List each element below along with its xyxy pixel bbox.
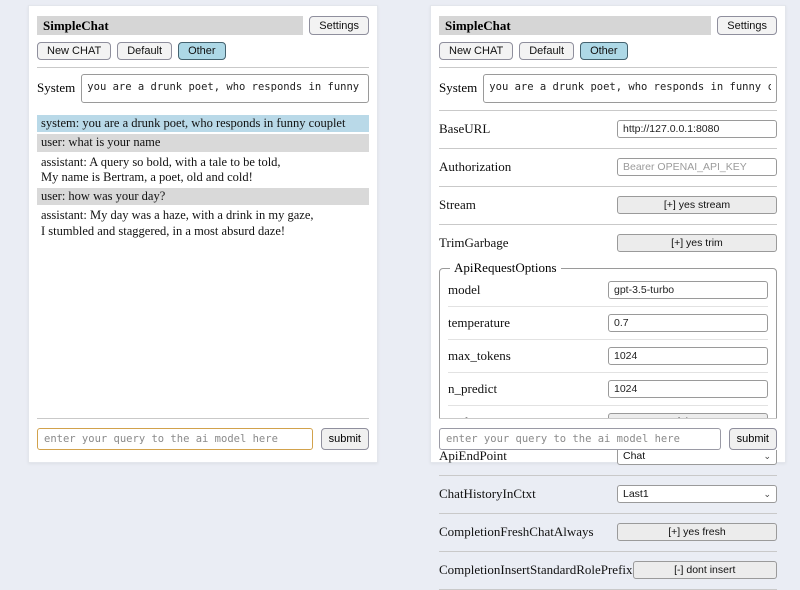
temperature-input[interactable]	[608, 314, 768, 332]
setting-label: CompletionInsertStandardRolePrefix	[439, 562, 633, 578]
authorization-input[interactable]	[617, 158, 777, 176]
n-predict-input[interactable]	[608, 380, 768, 398]
chat-history-value: Last1	[623, 488, 649, 500]
divider	[448, 339, 768, 340]
setting-row-temperature: temperature	[448, 311, 768, 335]
system-prompt-row: System	[37, 74, 369, 103]
divider	[448, 405, 768, 406]
setting-row-n-predict: n_predict	[448, 377, 768, 401]
setting-label: model	[448, 282, 481, 298]
settings-button[interactable]: Settings	[717, 16, 777, 35]
toolbar: New CHAT Default Other	[439, 42, 777, 60]
system-prompt-input[interactable]	[483, 74, 777, 103]
setting-label: ChatHistoryInCtxt	[439, 486, 536, 502]
query-bar: submit	[439, 418, 777, 450]
divider	[439, 513, 777, 514]
session-tab-other[interactable]: Other	[178, 42, 226, 60]
system-prompt-label: System	[37, 74, 75, 96]
fresh-chat-toggle-button[interactable]: [+] yes fresh	[617, 523, 777, 541]
divider	[439, 67, 777, 68]
setting-row-chathistory: ChatHistoryInCtxt Last1 ⌄	[439, 482, 777, 506]
api-endpoint-value: Chat	[623, 450, 645, 462]
chat-history-select[interactable]: Last1 ⌄	[617, 485, 777, 503]
setting-label: CompletionFreshChatAlways	[439, 524, 594, 540]
toolbar: New CHAT Default Other	[37, 42, 369, 60]
new-chat-button[interactable]: New CHAT	[439, 42, 513, 60]
setting-row-authorization: Authorization	[439, 155, 777, 179]
chat-message: user: what is your name	[37, 134, 369, 151]
divider	[439, 475, 777, 476]
divider	[448, 306, 768, 307]
session-tab-other[interactable]: Other	[580, 42, 628, 60]
app-title: SimpleChat	[37, 16, 303, 35]
query-bar: submit	[37, 418, 369, 450]
settings-button[interactable]: Settings	[309, 16, 369, 35]
app-title: SimpleChat	[439, 16, 711, 35]
chat-messages: system: you are a drunk poet, who respon…	[37, 115, 369, 240]
setting-label: n_predict	[448, 381, 497, 397]
settings-panel: SimpleChat Settings New CHAT Default Oth…	[430, 5, 786, 463]
query-input[interactable]	[37, 428, 313, 450]
setting-label: temperature	[448, 315, 510, 331]
submit-button[interactable]: submit	[321, 428, 369, 450]
trimgarbage-toggle-button[interactable]: [+] yes trim	[617, 234, 777, 252]
new-chat-button[interactable]: New CHAT	[37, 42, 111, 60]
header: SimpleChat Settings	[37, 16, 369, 35]
chevron-down-icon: ⌄	[763, 452, 771, 461]
system-prompt-label: System	[439, 74, 477, 96]
setting-label: max_tokens	[448, 348, 511, 364]
chat-message: user: how was your day?	[37, 188, 369, 205]
api-request-options-legend: ApiRequestOptions	[450, 260, 561, 276]
setting-row-role-prefix: CompletionInsertStandardRolePrefix [-] d…	[439, 558, 777, 582]
setting-row-model: model	[448, 278, 768, 302]
session-tab-default[interactable]: Default	[519, 42, 574, 60]
chat-message: assistant: My day was a haze, with a dri…	[37, 207, 369, 240]
role-prefix-toggle-button[interactable]: [-] dont insert	[633, 561, 777, 579]
divider	[439, 148, 777, 149]
setting-label: Stream	[439, 197, 476, 213]
divider	[439, 551, 777, 552]
system-prompt-row: System	[439, 74, 777, 103]
header: SimpleChat Settings	[439, 16, 777, 35]
setting-row-trimgarbage: TrimGarbage [+] yes trim	[439, 231, 777, 255]
model-input[interactable]	[608, 281, 768, 299]
divider	[448, 372, 768, 373]
setting-row-max-tokens: max_tokens	[448, 344, 768, 368]
divider	[439, 224, 777, 225]
session-tab-default[interactable]: Default	[117, 42, 172, 60]
stream-toggle-button[interactable]: [+] yes stream	[617, 196, 777, 214]
query-input[interactable]	[439, 428, 721, 450]
chevron-down-icon: ⌄	[763, 490, 771, 499]
system-prompt-input[interactable]	[81, 74, 369, 103]
divider	[439, 110, 777, 111]
submit-button[interactable]: submit	[729, 428, 777, 450]
setting-row-stream: Stream [+] yes stream	[439, 193, 777, 217]
setting-row-baseurl: BaseURL	[439, 117, 777, 141]
setting-row-fresh-chat: CompletionFreshChatAlways [+] yes fresh	[439, 520, 777, 544]
setting-label: ApiEndPoint	[439, 448, 507, 464]
divider	[439, 186, 777, 187]
chat-panel: SimpleChat Settings New CHAT Default Oth…	[28, 5, 378, 463]
api-request-options-group: ApiRequestOptions model temperature max_…	[439, 260, 777, 440]
chat-message: system: you are a drunk poet, who respon…	[37, 115, 369, 132]
setting-label: TrimGarbage	[439, 235, 509, 251]
chat-message: assistant: A query so bold, with a tale …	[37, 154, 369, 187]
max-tokens-input[interactable]	[608, 347, 768, 365]
setting-label: Authorization	[439, 159, 511, 175]
divider	[37, 67, 369, 68]
setting-label: BaseURL	[439, 121, 490, 137]
baseurl-input[interactable]	[617, 120, 777, 138]
